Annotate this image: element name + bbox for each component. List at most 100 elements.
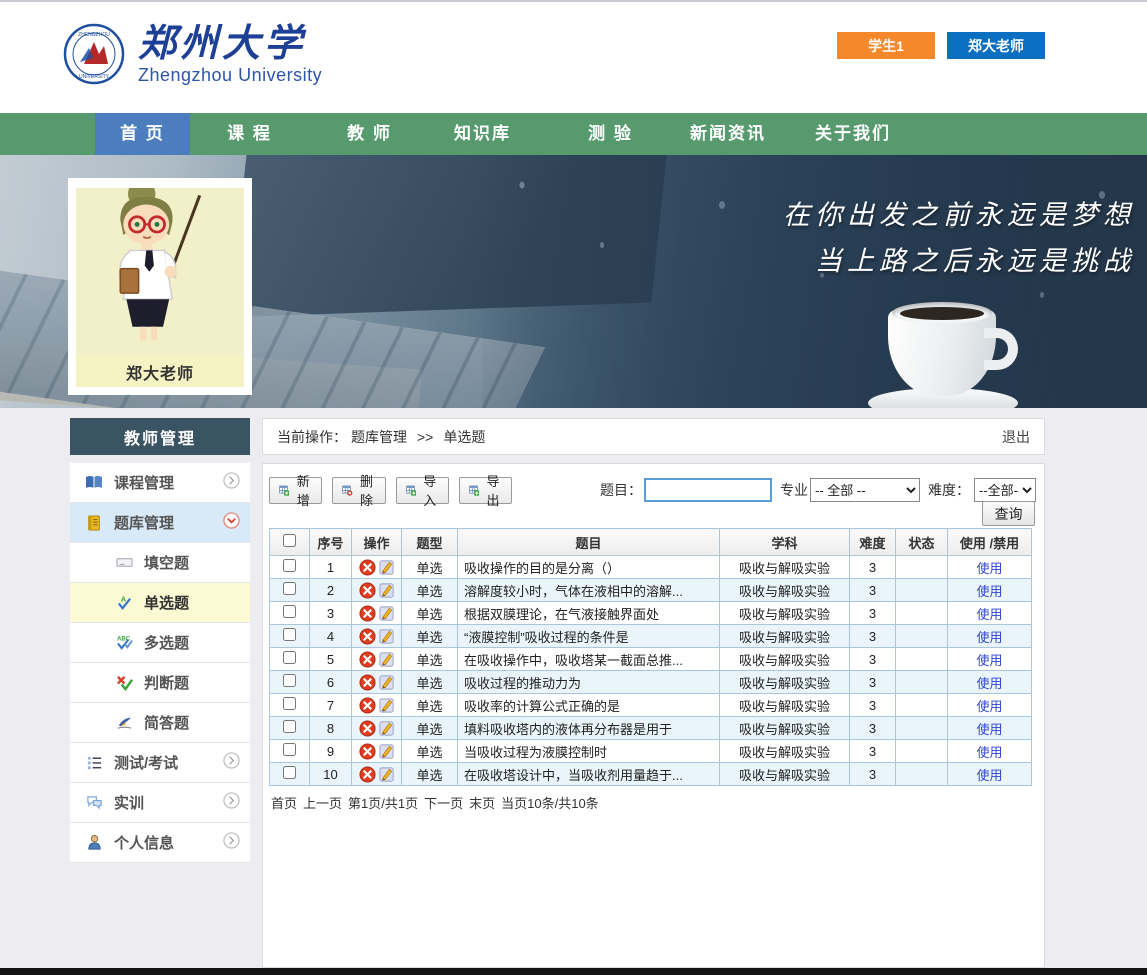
edit-row-icon[interactable] [378,651,395,668]
use-link[interactable]: 使用 [976,561,1002,576]
edit-row-icon[interactable] [378,605,395,622]
row-checkbox[interactable] [283,582,296,595]
query-button[interactable]: 查询 [982,501,1035,526]
table-row: 2 单选 溶解度较小时，气体在液相中的溶解... 吸收与解吸实验 3 使用 [270,579,1032,602]
delete-row-icon[interactable] [359,697,376,714]
nav-item-knowledge-base[interactable]: 知识库 [435,113,530,155]
sidebar-item-short-answer[interactable]: 简答题 [70,703,250,743]
cell-type: 单选 [402,717,458,740]
cell-type: 单选 [402,625,458,648]
delete-row-icon[interactable] [359,766,376,783]
svg-text:ZHENGZHOU: ZHENGZHOU [78,32,110,38]
sidebar-item-practical-training[interactable]: 实训 [70,783,250,823]
cell-difficulty: 3 [850,579,896,602]
row-checkbox[interactable] [283,605,296,618]
delete-row-icon[interactable] [359,743,376,760]
judge-icon [114,674,134,692]
edit-row-icon[interactable] [378,582,395,599]
cell-status [896,717,948,740]
delete-row-icon[interactable] [359,674,376,691]
use-link[interactable]: 使用 [976,768,1002,783]
import-button[interactable]: 导入 [396,477,449,504]
row-checkbox[interactable] [283,628,296,641]
pager-prev[interactable]: 上一页 [303,793,342,812]
table-export-icon [469,483,479,498]
sidebar: 教师管理 课程管理 题库管理 [70,418,250,863]
sidebar-item-personal-info[interactable]: 个人信息 [70,823,250,863]
pager-next[interactable]: 下一页 [424,793,463,812]
delete-row-icon[interactable] [359,605,376,622]
nav-item-about[interactable]: 关于我们 [798,113,908,155]
row-checkbox[interactable] [283,651,296,664]
chevron-right-icon [223,472,240,494]
edit-row-icon[interactable] [378,674,395,691]
difficulty-filter-select[interactable]: --全部-- [974,478,1036,502]
use-link[interactable]: 使用 [976,584,1002,599]
sidebar-item-multi-choice[interactable]: ABC 多选题 [70,623,250,663]
cell-difficulty: 3 [850,694,896,717]
row-checkbox[interactable] [283,720,296,733]
use-link[interactable]: 使用 [976,699,1002,714]
sidebar-item-fill-blank[interactable]: 填空题 [70,543,250,583]
pager-last[interactable]: 末页 [469,793,495,812]
student-login-button[interactable]: 学生1 [837,32,935,59]
use-link[interactable]: 使用 [976,630,1002,645]
export-button[interactable]: 导出 [459,477,512,504]
row-checkbox[interactable] [283,697,296,710]
edit-row-icon[interactable] [378,628,395,645]
row-checkbox[interactable] [283,559,296,572]
pager-first[interactable]: 首页 [271,793,297,812]
use-link[interactable]: 使用 [976,722,1002,737]
table-row: 1 单选 吸收操作的目的是分离（） 吸收与解吸实验 3 使用 [270,556,1032,579]
edit-row-icon[interactable] [378,697,395,714]
chevron-right-icon [223,752,240,774]
use-link[interactable]: 使用 [976,607,1002,622]
add-button[interactable]: 新增 [269,477,322,504]
edit-row-icon[interactable] [378,766,395,783]
nav-item-news[interactable]: 新闻资讯 [673,113,783,155]
edit-row-icon[interactable] [378,559,395,576]
cell-type: 单选 [402,579,458,602]
delete-row-icon[interactable] [359,559,376,576]
chevron-right-icon [223,832,240,854]
teacher-user-button[interactable]: 郑大老师 [947,32,1045,59]
row-checkbox[interactable] [283,766,296,779]
cell-type: 单选 [402,556,458,579]
delete-row-icon[interactable] [359,720,376,737]
nav-item-quiz[interactable]: 测 验 [563,113,658,155]
major-filter-select[interactable]: -- 全部 -- [810,478,920,502]
breadcrumb-module[interactable]: 题库管理 [351,427,407,447]
edit-row-icon[interactable] [378,720,395,737]
use-link[interactable]: 使用 [976,653,1002,668]
cell-subject: 吸收与解吸实验 [720,763,850,786]
slogan-line-1: 在你出发之前永远是梦想 [783,193,1135,239]
edit-row-icon[interactable] [378,743,395,760]
nav-item-home[interactable]: 首 页 [95,113,190,155]
select-all-checkbox[interactable] [283,534,296,547]
delete-row-icon[interactable] [359,582,376,599]
sidebar-item-tests-exams[interactable]: 测试/考试 [70,743,250,783]
use-link[interactable]: 使用 [976,745,1002,760]
cell-title: 溶解度较小时，气体在液相中的溶解... [458,579,720,602]
delete-button[interactable]: 删除 [332,477,385,504]
nav-item-teachers[interactable]: 教 师 [322,113,417,155]
nav-item-courses[interactable]: 课 程 [202,113,297,155]
title-filter-input[interactable] [644,478,772,502]
cell-status [896,556,948,579]
sidebar-item-question-bank[interactable]: 题库管理 [70,503,250,543]
chevron-right-icon [223,792,240,814]
delete-row-icon[interactable] [359,628,376,645]
sidebar-item-course-management[interactable]: 课程管理 [70,463,250,503]
pager-count: 当页10条/共10条 [501,793,599,812]
pager-current: 第1页/共1页 [348,793,418,812]
sidebar-item-true-false[interactable]: 判断题 [70,663,250,703]
use-link[interactable]: 使用 [976,676,1002,691]
sidebar-item-label: 单选题 [144,592,240,613]
sidebar-item-single-choice[interactable]: A 单选题 [70,583,250,623]
row-checkbox[interactable] [283,674,296,687]
footer-strip [0,968,1147,975]
row-checkbox[interactable] [283,743,296,756]
cell-title: 吸收操作的目的是分离（） [458,556,720,579]
exit-link[interactable]: 退出 [1002,427,1030,447]
delete-row-icon[interactable] [359,651,376,668]
